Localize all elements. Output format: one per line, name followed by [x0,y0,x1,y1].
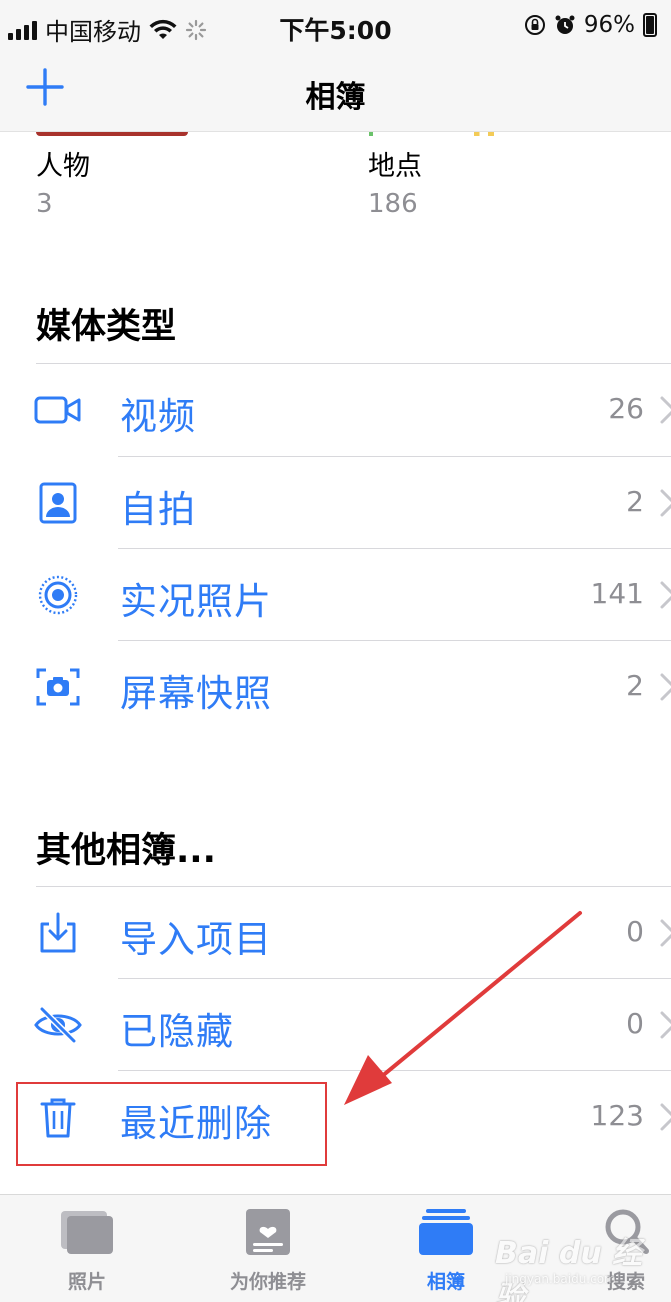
wifi-icon [149,19,177,39]
annotation-arrow-icon [344,911,582,1105]
orientation-lock-icon [524,15,545,35]
watermark-url: jingyan.baidu.com [505,1272,616,1286]
watermark-brand: Bai du 经验 [495,1236,643,1302]
import-icon [40,912,76,953]
cellular-signal-icon [8,20,37,40]
photos-tab-icon [61,1211,113,1254]
album-label: 自拍 [120,488,196,531]
album-row-live-photos[interactable]: 实况照片 141 [0,549,671,641]
status-right: 96% [524,12,657,38]
album-count: 2 [626,485,644,518]
people-thumbnail-edge [36,132,188,136]
status-left: 中国移动 [8,12,207,47]
alarm-icon [555,15,575,34]
loading-spinner-icon [185,19,207,40]
carrier-name: 中国移动 [45,18,141,46]
tab-label: 相簿 [426,1271,465,1293]
album-count: 2 [626,669,644,702]
album-label: 屏幕快照 [120,672,272,715]
album-label: 导入项目 [120,918,272,961]
people-album-count: 3 [36,189,53,219]
chevron-right-icon [660,1011,671,1039]
places-album-name: 地点 [368,151,422,182]
places-thumbnail-edge [366,132,508,136]
media-types-heading: 媒体类型 [36,307,177,347]
chevron-right-icon [660,396,671,424]
album-label: 视频 [120,395,196,438]
chevron-right-icon [660,673,671,701]
watermark-overlay: Bai du 经验 jingyan.baidu.com [495,1200,665,1302]
for-you-tab-icon [246,1209,290,1255]
album-count: 0 [626,1007,644,1040]
album-count: 123 [590,1099,644,1132]
album-row-screenshots[interactable]: 屏幕快照 2 [0,641,671,733]
tab-for-you[interactable]: 为你推荐 [208,1207,328,1297]
album-label: 已隐藏 [120,1010,234,1053]
people-album[interactable]: 人物 3 [36,144,90,219]
album-count: 0 [626,915,644,948]
selfie-icon [39,482,77,524]
hidden-eye-icon [34,1006,82,1044]
other-albums-heading: 其他相簿... [36,831,216,871]
album-row-videos[interactable]: 视频 26 [0,364,671,456]
album-label: 实况照片 [120,580,272,623]
album-count: 26 [608,392,644,425]
tab-albums[interactable]: 相簿 [386,1207,506,1297]
tab-label: 为你推荐 [229,1271,306,1293]
annotation-highlight-box [16,1082,327,1166]
places-album-count: 186 [368,189,418,219]
places-album[interactable]: 地点 186 [368,144,422,219]
chevron-right-icon [660,581,671,609]
battery-icon [643,13,657,37]
chevron-right-icon [660,1103,671,1131]
album-row-selfies[interactable]: 自拍 2 [0,457,671,549]
video-icon [34,396,81,424]
chevron-right-icon [660,489,671,517]
add-album-plus-icon[interactable] [22,64,68,110]
album-count: 141 [590,577,644,610]
navigation-bar: 相簿 [0,54,671,132]
live-photo-icon [38,575,78,615]
page-title: 相簿 [305,80,366,115]
status-bar: 中国移动 下午5:00 96% [0,0,671,54]
tab-label: 照片 [67,1271,106,1293]
chevron-right-icon [660,919,671,947]
battery-percent: 96% [583,12,635,38]
albums-tab-icon [419,1209,473,1255]
people-album-name: 人物 [36,151,90,182]
tab-photos[interactable]: 照片 [27,1207,147,1297]
screenshot-icon [36,668,80,706]
